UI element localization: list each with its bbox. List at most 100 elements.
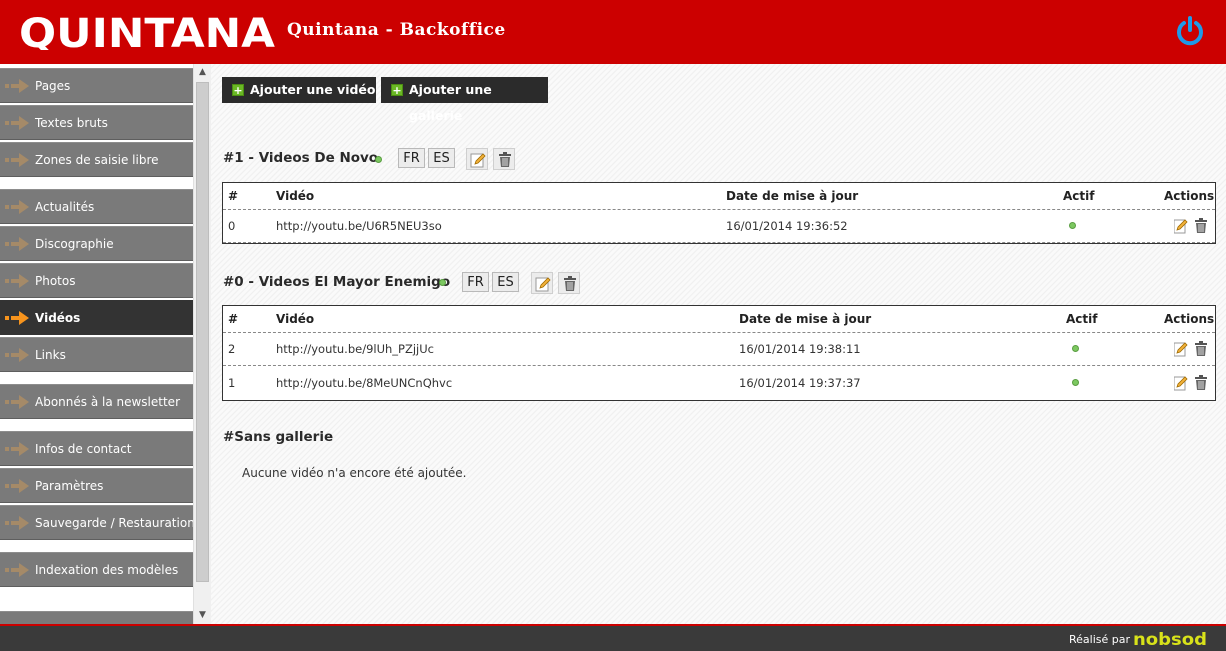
- pencil-icon[interactable]: [1174, 341, 1188, 357]
- arrow-icon: [5, 442, 29, 456]
- scroll-down-icon[interactable]: ▼: [194, 607, 211, 624]
- footer-credit: Réalisé par: [1068, 633, 1130, 646]
- col-num: #: [228, 189, 239, 203]
- sidebar-item-label: Indexation des modèles: [35, 563, 179, 577]
- delete-gallery-button[interactable]: [493, 148, 515, 170]
- col-date: Date de mise à jour: [739, 312, 872, 326]
- empty-message: Aucune vidéo n'a encore été ajoutée.: [242, 466, 467, 480]
- sidebar-item-label: Discographie: [35, 237, 114, 251]
- arrow-icon: [5, 116, 29, 130]
- sidebar-item-label: Infos de contact: [35, 442, 132, 456]
- plus-icon: +: [232, 84, 244, 97]
- cell-video-url: http://youtu.be/9lUh_PZjjUc: [276, 342, 434, 356]
- sidebar-item-parametres[interactable]: Paramètres: [0, 468, 193, 503]
- col-date: Date de mise à jour: [726, 189, 859, 203]
- add-gallery-label: Ajouter une gallerie: [409, 82, 492, 123]
- power-icon[interactable]: [1174, 15, 1206, 47]
- col-video: Vidéo: [276, 312, 315, 326]
- cell-date: 16/01/2014 19:38:11: [739, 342, 861, 356]
- arrow-icon: [5, 563, 29, 577]
- trash-icon: [499, 152, 511, 167]
- arrow-icon: [5, 516, 29, 530]
- status-dot: [1072, 345, 1079, 352]
- pencil-icon: [535, 277, 551, 292]
- cell-num: 0: [228, 219, 236, 233]
- arrow-icon: [5, 274, 29, 288]
- col-active: Actif: [1063, 189, 1095, 203]
- cell-date: 16/01/2014 19:36:52: [726, 219, 848, 233]
- trash-icon: [564, 276, 576, 291]
- row-divider: [223, 242, 1215, 243]
- sidebar-item-label: Links: [35, 348, 66, 362]
- sidebar-item-pages[interactable]: Pages: [0, 68, 193, 103]
- footer-brand: nobsod: [1133, 630, 1207, 648]
- sidebar-item-sauvegarde[interactable]: Sauvegarde / Restauration: [0, 505, 195, 540]
- sidebar-item-partial: [0, 611, 193, 624]
- trash-icon[interactable]: [1194, 341, 1208, 357]
- col-num: #: [228, 312, 239, 326]
- sidebar-item-newsletter[interactable]: Abonnés à la newsletter: [0, 384, 193, 419]
- status-dot: [439, 279, 446, 286]
- sidebar-scrollbar[interactable]: ▲ ▼: [193, 64, 211, 624]
- sidebar-item-label: Sauvegarde / Restauration: [35, 516, 195, 530]
- sidebar-item-label: Abonnés à la newsletter: [35, 395, 180, 409]
- trash-icon[interactable]: [1194, 218, 1208, 234]
- col-actions: Actions: [1164, 189, 1215, 203]
- col-active: Actif: [1066, 312, 1098, 326]
- gallery-title: #1 - Videos De Novo: [223, 150, 379, 166]
- edit-gallery-button[interactable]: [466, 148, 488, 170]
- trash-icon[interactable]: [1194, 375, 1208, 391]
- sidebar-item-zones-saisie[interactable]: Zones de saisie libre: [0, 142, 193, 177]
- footer: Réalisé par nobsod: [0, 624, 1226, 651]
- scroll-thumb[interactable]: [196, 82, 209, 582]
- delete-gallery-button[interactable]: [558, 272, 580, 294]
- cell-video-url: http://youtu.be/8MeUNCnQhvc: [276, 376, 453, 390]
- videos-table: # Vidéo Date de mise à jour Actif Action…: [222, 182, 1216, 244]
- sidebar-item-contact[interactable]: Infos de contact: [0, 431, 193, 466]
- sidebar-item-textes-bruts[interactable]: Textes bruts: [0, 105, 193, 140]
- nobsod-logo[interactable]: nobsod: [1133, 630, 1209, 648]
- arrow-icon: [5, 153, 29, 167]
- sidebar-item-label: Textes bruts: [35, 116, 108, 130]
- main-content: + Ajouter une vidéo + Ajouter une galler…: [211, 64, 1226, 624]
- lang-es-button[interactable]: ES: [428, 148, 455, 168]
- pencil-icon[interactable]: [1174, 375, 1188, 391]
- sidebar-item-label: Photos: [35, 274, 76, 288]
- arrow-icon: [5, 395, 29, 409]
- arrow-icon: [5, 311, 29, 325]
- add-gallery-button[interactable]: + Ajouter une gallerie: [381, 77, 548, 123]
- pencil-icon[interactable]: [1174, 218, 1188, 234]
- arrow-icon: [5, 348, 29, 362]
- lang-fr-button[interactable]: FR: [462, 272, 489, 292]
- sidebar-item-label: Vidéos: [35, 311, 81, 325]
- sidebar: Pages Textes bruts Zones de saisie libre…: [0, 64, 211, 624]
- cell-num: 2: [228, 342, 236, 356]
- table-row: 1 http://youtu.be/8MeUNCnQhvc 16/01/2014…: [223, 367, 1215, 400]
- scroll-up-icon[interactable]: ▲: [194, 64, 211, 81]
- plus-icon: +: [391, 84, 403, 97]
- sidebar-item-label: Actualités: [35, 200, 95, 214]
- arrow-icon: [5, 79, 29, 93]
- sidebar-item-videos[interactable]: Vidéos: [0, 300, 193, 335]
- sidebar-item-indexation[interactable]: Indexation des modèles: [0, 552, 193, 587]
- add-video-button[interactable]: + Ajouter une vidéo: [222, 77, 376, 103]
- status-dot: [1069, 222, 1076, 229]
- sidebar-item-links[interactable]: Links: [0, 337, 193, 372]
- sidebar-item-label: Paramètres: [35, 479, 104, 493]
- logo-text: QUINTANA: [19, 14, 275, 50]
- lang-fr-button[interactable]: FR: [398, 148, 425, 168]
- videos-table: # Vidéo Date de mise à jour Actif Action…: [222, 305, 1216, 401]
- arrow-icon: [5, 479, 29, 493]
- table-row: 2 http://youtu.be/9lUh_PZjjUc 16/01/2014…: [223, 333, 1215, 366]
- sidebar-item-photos[interactable]: Photos: [0, 263, 193, 298]
- sidebar-item-label: Pages: [35, 79, 71, 93]
- lang-es-button[interactable]: ES: [492, 272, 519, 292]
- app-title: Quintana - Backoffice: [287, 20, 506, 40]
- pencil-icon: [470, 153, 486, 168]
- status-dot: [1072, 379, 1079, 386]
- sidebar-item-actualites[interactable]: Actualités: [0, 189, 193, 224]
- edit-gallery-button[interactable]: [531, 272, 553, 294]
- table-row: 0 http://youtu.be/U6R5NEU3so 16/01/2014 …: [223, 210, 1215, 243]
- sidebar-item-discographie[interactable]: Discographie: [0, 226, 193, 261]
- sidebar-item-label: Zones de saisie libre: [35, 153, 159, 167]
